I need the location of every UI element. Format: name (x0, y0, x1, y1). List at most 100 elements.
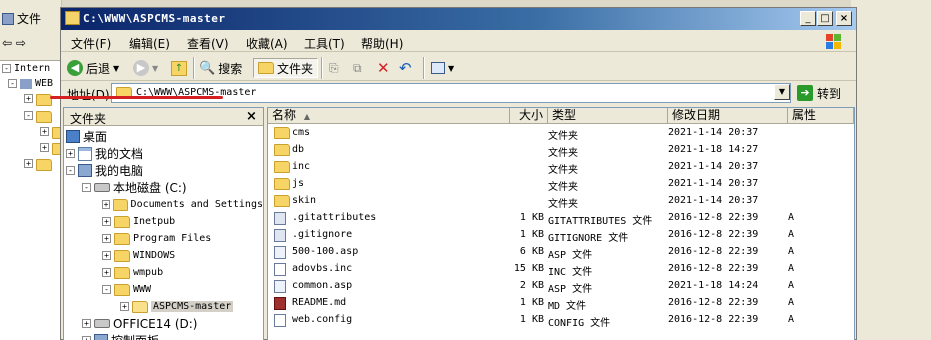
column-type[interactable]: 类型 (548, 108, 668, 124)
bg-tree-row[interactable]: - (24, 111, 52, 123)
file-row[interactable]: cms 文件夹 2021-1-14 20:37 (268, 125, 854, 142)
column-size[interactable]: 大小 (510, 108, 548, 124)
bg-tree-row[interactable]: - Intern (2, 63, 50, 74)
file-row[interactable]: 500-100.asp 6 KB ASP 文件 2016-12-8 22:39 A (268, 244, 854, 261)
column-date[interactable]: 修改日期 (668, 108, 788, 124)
menu-help[interactable]: 帮助(H) (361, 35, 403, 52)
file-row[interactable]: skin 文件夹 2021-1-14 20:37 (268, 193, 854, 210)
chevron-down-icon[interactable]: ▼ (448, 64, 454, 73)
file-row[interactable]: db 文件夹 2021-1-18 14:27 (268, 142, 854, 159)
file-row[interactable]: adovbs.inc 15 KB INC 文件 2016-12-8 22:39 A (268, 261, 854, 278)
plus-icon[interactable]: + (102, 234, 111, 243)
menu-view[interactable]: 查看(V) (187, 35, 229, 52)
tree-item[interactable]: + 控制面板 (64, 332, 263, 340)
background-window-right (851, 0, 931, 340)
copy-to-button[interactable]: ⧉ (353, 58, 362, 78)
delete-button[interactable]: ✕ (377, 58, 390, 78)
minus-icon[interactable]: - (82, 183, 91, 192)
plus-icon: + (40, 127, 49, 136)
tree-item[interactable]: - WWW (64, 281, 263, 298)
file-row[interactable]: common.asp 2 KB ASP 文件 2021-1-18 14:24 A (268, 278, 854, 295)
tree-item[interactable]: + WINDOWS (64, 247, 263, 264)
column-attributes[interactable]: 属性 (788, 108, 854, 124)
address-input[interactable]: C:\WWW\ASPCMS-master (111, 83, 791, 103)
file-size: 2 KB (519, 280, 544, 291)
chevron-down-icon[interactable]: ▼ (152, 64, 158, 73)
file-attributes: A (788, 314, 795, 325)
tree-item-label: 本地磁盘 (C:) (113, 181, 187, 195)
bg-tree-label: WEB (35, 78, 54, 89)
plus-icon[interactable]: + (102, 251, 111, 260)
tree-item[interactable]: 桌面 (64, 128, 263, 145)
file-attributes: A (788, 229, 795, 240)
bg-tree-row[interactable]: + (24, 94, 52, 106)
forward-button[interactable]: ▶ ▼ (133, 58, 158, 78)
tree-item[interactable]: + wmpub (64, 264, 263, 281)
back-button[interactable]: ◀ 后退 ▼ (67, 58, 119, 78)
file-row[interactable]: inc 文件夹 2021-1-14 20:37 (268, 159, 854, 176)
file-row[interactable]: .gitignore 1 KB GITIGNORE 文件 2016-12-8 22:3… (268, 227, 854, 244)
menu-tools[interactable]: 工具(T) (304, 35, 345, 52)
file-type: GITIGNORE 文件 (548, 233, 629, 244)
file-type: 文件夹 (548, 182, 578, 193)
search-button[interactable]: 🔍 搜索 (199, 58, 242, 78)
maximize-button[interactable]: □ (817, 11, 833, 26)
go-arrow-icon: ➔ (797, 85, 813, 101)
title-bar[interactable]: C:\WWW\ASPCMS-master _ □ × (61, 8, 856, 30)
bg-tree-row[interactable]: - WEB (8, 78, 53, 89)
plus-icon[interactable]: + (82, 336, 91, 340)
search-label: 搜索 (218, 61, 243, 76)
back-arrow-icon: ◀ (67, 60, 83, 76)
tree-item-label: OFFICE14 (D:) (113, 316, 198, 331)
plus-icon[interactable]: + (120, 302, 129, 311)
tree-item[interactable]: - 本地磁盘 (C:) (64, 179, 263, 196)
column-name[interactable]: 名称 ▲ (268, 108, 510, 124)
minimize-button[interactable]: _ (800, 11, 816, 26)
server-icon (20, 78, 32, 89)
menu-favorites[interactable]: 收藏(A) (246, 35, 288, 52)
file-date: 2021-1-14 20:37 (668, 127, 759, 138)
plus-icon[interactable]: + (102, 200, 111, 209)
back-label: 后退 (86, 61, 111, 76)
folders-button[interactable]: 文件夹 (253, 58, 319, 78)
bg-menu-file[interactable]: 文件 (17, 10, 41, 27)
close-button[interactable]: × (836, 11, 852, 26)
close-panel-button[interactable]: × (246, 109, 257, 124)
undo-button[interactable]: ↶ (399, 58, 412, 78)
up-folder-button[interactable]: ↑ (171, 58, 187, 78)
plus-icon[interactable]: + (82, 319, 91, 328)
tree-item[interactable]: + OFFICE14 (D:) (64, 315, 263, 332)
file-date: 2016-12-8 22:39 (668, 263, 759, 274)
tree-item[interactable]: - 我的电脑 (64, 162, 263, 179)
plus-icon[interactable]: + (102, 217, 111, 226)
bg-nav-arrows[interactable]: ⇦ ⇨ (2, 36, 26, 50)
menu-edit[interactable]: 编辑(E) (129, 35, 170, 52)
go-button[interactable]: ➔ 转到 (797, 83, 849, 103)
search-icon: 🔍 (199, 60, 216, 76)
copy-to-icon: ⧉ (353, 60, 362, 75)
address-dropdown-button[interactable]: ▼ (774, 84, 790, 100)
tree-item[interactable]: + Program Files (64, 230, 263, 247)
chevron-down-icon[interactable]: ▼ (113, 64, 119, 73)
file-type: ASP 文件 (548, 284, 593, 295)
file-row[interactable]: web.config 1 KB CONFIG 文件 2016-12-8 22:39 A (268, 312, 854, 329)
minus-icon[interactable]: - (102, 285, 111, 294)
views-button[interactable]: ▼ (431, 58, 454, 78)
move-to-button[interactable]: ⎘ (329, 58, 339, 78)
tree-item-label: 控制面板 (111, 332, 159, 340)
minus-icon[interactable]: - (66, 166, 75, 175)
plus-icon[interactable]: + (66, 149, 75, 158)
plus-icon[interactable]: + (102, 268, 111, 277)
file-row[interactable]: js 文件夹 2021-1-14 20:37 (268, 176, 854, 193)
file-row[interactable]: README.md 1 KB MD 文件 2016-12-8 22:39 A (268, 295, 854, 312)
tree-item[interactable]: + Inetpub (64, 213, 263, 230)
bg-tree-row[interactable]: + (24, 159, 52, 171)
tree-item[interactable]: + ASPCMS-master (64, 298, 263, 315)
menu-file[interactable]: 文件(F) (71, 35, 111, 52)
file-icon (274, 280, 286, 293)
up-folder-icon: ↑ (171, 60, 187, 76)
tree-item[interactable]: + Documents and Settings (64, 196, 263, 213)
file-row[interactable]: .gitattributes 1 KB GITATTRIBUTES 文件 2016-1… (268, 210, 854, 227)
file-name: common.asp (292, 280, 353, 291)
tree-item[interactable]: + 我的文档 (64, 145, 263, 162)
